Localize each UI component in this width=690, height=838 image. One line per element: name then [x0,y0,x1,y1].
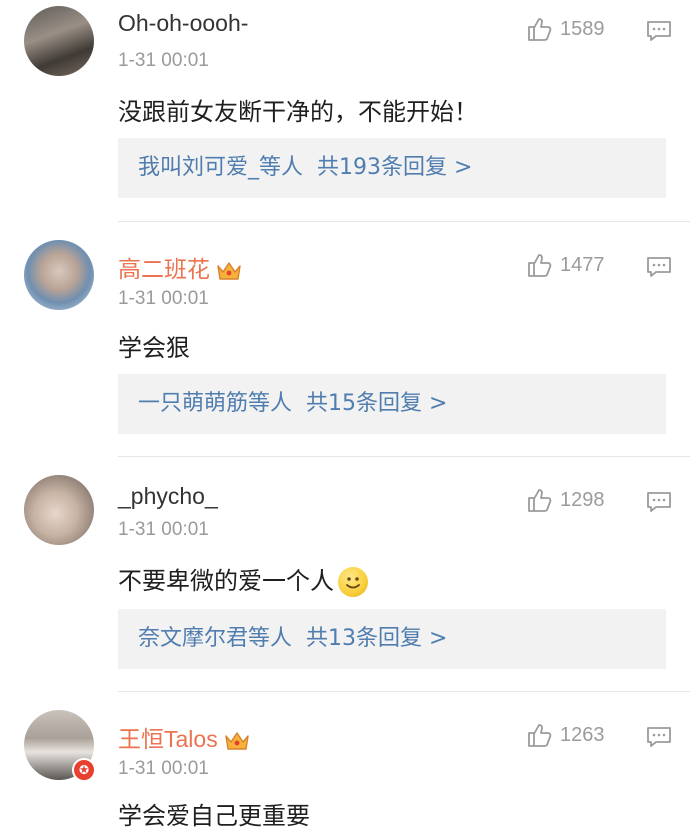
like-button[interactable]: 1589 [526,16,605,42]
like-button[interactable]: 1298 [526,487,605,513]
thumbs-up-icon [528,254,552,277]
like-count: 1298 [560,488,605,511]
username[interactable]: 高二班花 [118,250,242,284]
timestamp: 1-31 00:01 [118,758,209,779]
crown-icon [217,262,241,280]
avatar[interactable] [24,475,94,545]
reply-names: 一只萌萌筋等人 [138,391,293,416]
comment-text-content: 不要卑微的爱一个人 [118,567,334,595]
smiley-emoji-icon [338,567,368,597]
comment-icon[interactable] [646,256,672,278]
comment-icon[interactable] [646,491,672,513]
username-text: 王恒Talos [118,726,218,752]
reply-total: 共193条回复 > [317,155,473,180]
reply-total: 共15条回复 > [306,391,448,416]
thumbs-up-icon [528,489,552,512]
username[interactable]: _phycho_ [118,483,218,510]
comment-text: 不要卑微的爱一个人 [118,561,368,597]
avatar[interactable] [24,240,94,310]
username-text: 高二班花 [118,256,210,282]
timestamp: 1-31 00:01 [118,288,209,309]
comment-item: _phycho_ 1-31 00:01 1298 不要卑微的爱一个人 奈文摩尔君… [0,457,690,691]
comment-text: 没跟前女友断干净的，不能开始！ [118,98,478,126]
verified-badge-icon: ✪ [72,758,96,782]
timestamp: 1-31 00:01 [118,50,209,71]
like-count: 1263 [560,723,605,746]
username[interactable]: Oh-oh-oooh- [118,10,248,37]
thumbs-up-icon [528,18,552,41]
comment-icon[interactable] [646,726,672,748]
username[interactable]: 王恒Talos [118,720,250,754]
avatar[interactable] [24,6,94,76]
comment-item: 高二班花 1-31 00:01 1477 学会狠 一只萌萌筋等人 共15条回复 > [0,222,690,456]
comment-icon[interactable] [646,20,672,42]
timestamp: 1-31 00:01 [118,519,209,540]
comment-item: ✪ 王恒Talos 1-31 00:01 1263 学会爱自己更重要 [0,692,690,838]
reply-names: 奈文摩尔君等人 [138,626,293,651]
like-count: 1477 [560,253,605,276]
crown-icon [225,732,249,750]
comment-text: 学会狠 [118,334,190,362]
reply-summary[interactable]: 一只萌萌筋等人 共15条回复 > [118,374,666,434]
comment-text: 学会爱自己更重要 [118,802,310,830]
reply-summary[interactable]: 我叫刘可爱_等人 共193条回复 > [118,138,666,198]
thumbs-up-icon [528,724,552,747]
comment-item: Oh-oh-oooh- 1-31 00:01 1589 没跟前女友断干净的，不能… [0,0,690,220]
reply-names: 我叫刘可爱_等人 [138,155,304,180]
like-count: 1589 [560,17,605,40]
like-button[interactable]: 1263 [526,722,605,748]
reply-total: 共13条回复 > [306,626,448,651]
like-button[interactable]: 1477 [526,252,605,278]
reply-summary[interactable]: 奈文摩尔君等人 共13条回复 > [118,609,666,669]
